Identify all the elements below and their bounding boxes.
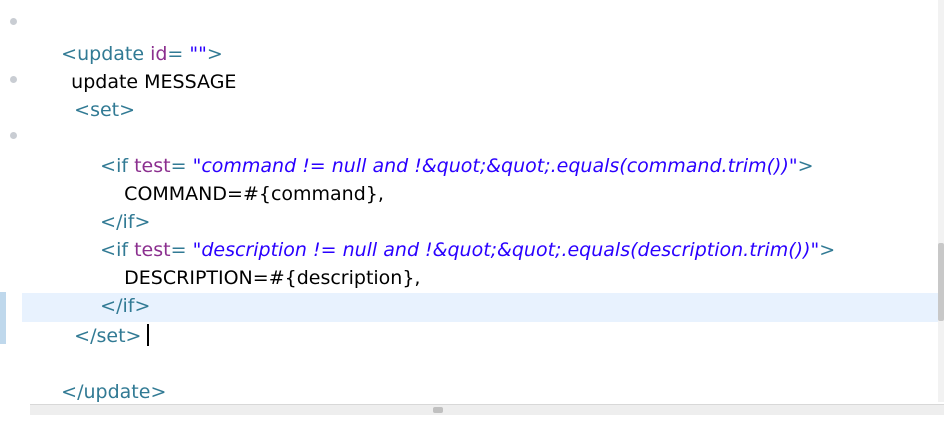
set-close-tag: </set> [74,325,142,347]
text-caret [147,324,150,346]
sql-text: DESCRIPTION=#{description}, [124,267,421,289]
set-open-tag: <set> [74,99,136,121]
fold-marker-icon[interactable] [10,76,17,83]
code-line[interactable]: update MESSAGE [47,40,236,93]
code-line[interactable]: </if> [76,180,150,233]
tag-close: > [819,239,836,261]
code-line[interactable]: <set> [50,68,135,121]
code-line[interactable]: DESCRIPTION=#{description}, [100,236,420,289]
code-line[interactable]: <if test= "command != null and !&quot;&q… [76,124,813,177]
code-line[interactable]: <update id= ""> [37,12,223,65]
sql-text: COMMAND=#{command}, [124,183,384,205]
code-line[interactable]: </update> [37,350,166,403]
code-line[interactable]: <if test= "description != null and !&quo… [76,208,835,261]
tag-close: > [797,155,814,177]
vertical-scrollbar-thumb[interactable] [938,243,944,321]
code-line[interactable]: COMMAND=#{command}, [100,152,384,205]
code-line-current[interactable]: </set> [50,294,150,347]
horizontal-scrollbar-thumb[interactable] [433,407,443,413]
update-close-tag: </update> [61,381,167,403]
horizontal-scrollbar[interactable] [30,404,944,415]
fold-marker-icon[interactable] [10,132,17,139]
code-editor[interactable]: <update id= ""> update MESSAGE <set> <if… [0,0,944,415]
fold-marker-icon[interactable] [10,18,17,25]
code-line[interactable]: </if> [76,264,150,317]
change-marker [0,292,6,344]
editor-gutter [0,0,22,402]
current-line-highlight [22,293,940,322]
vertical-scrollbar[interactable] [938,0,944,402]
